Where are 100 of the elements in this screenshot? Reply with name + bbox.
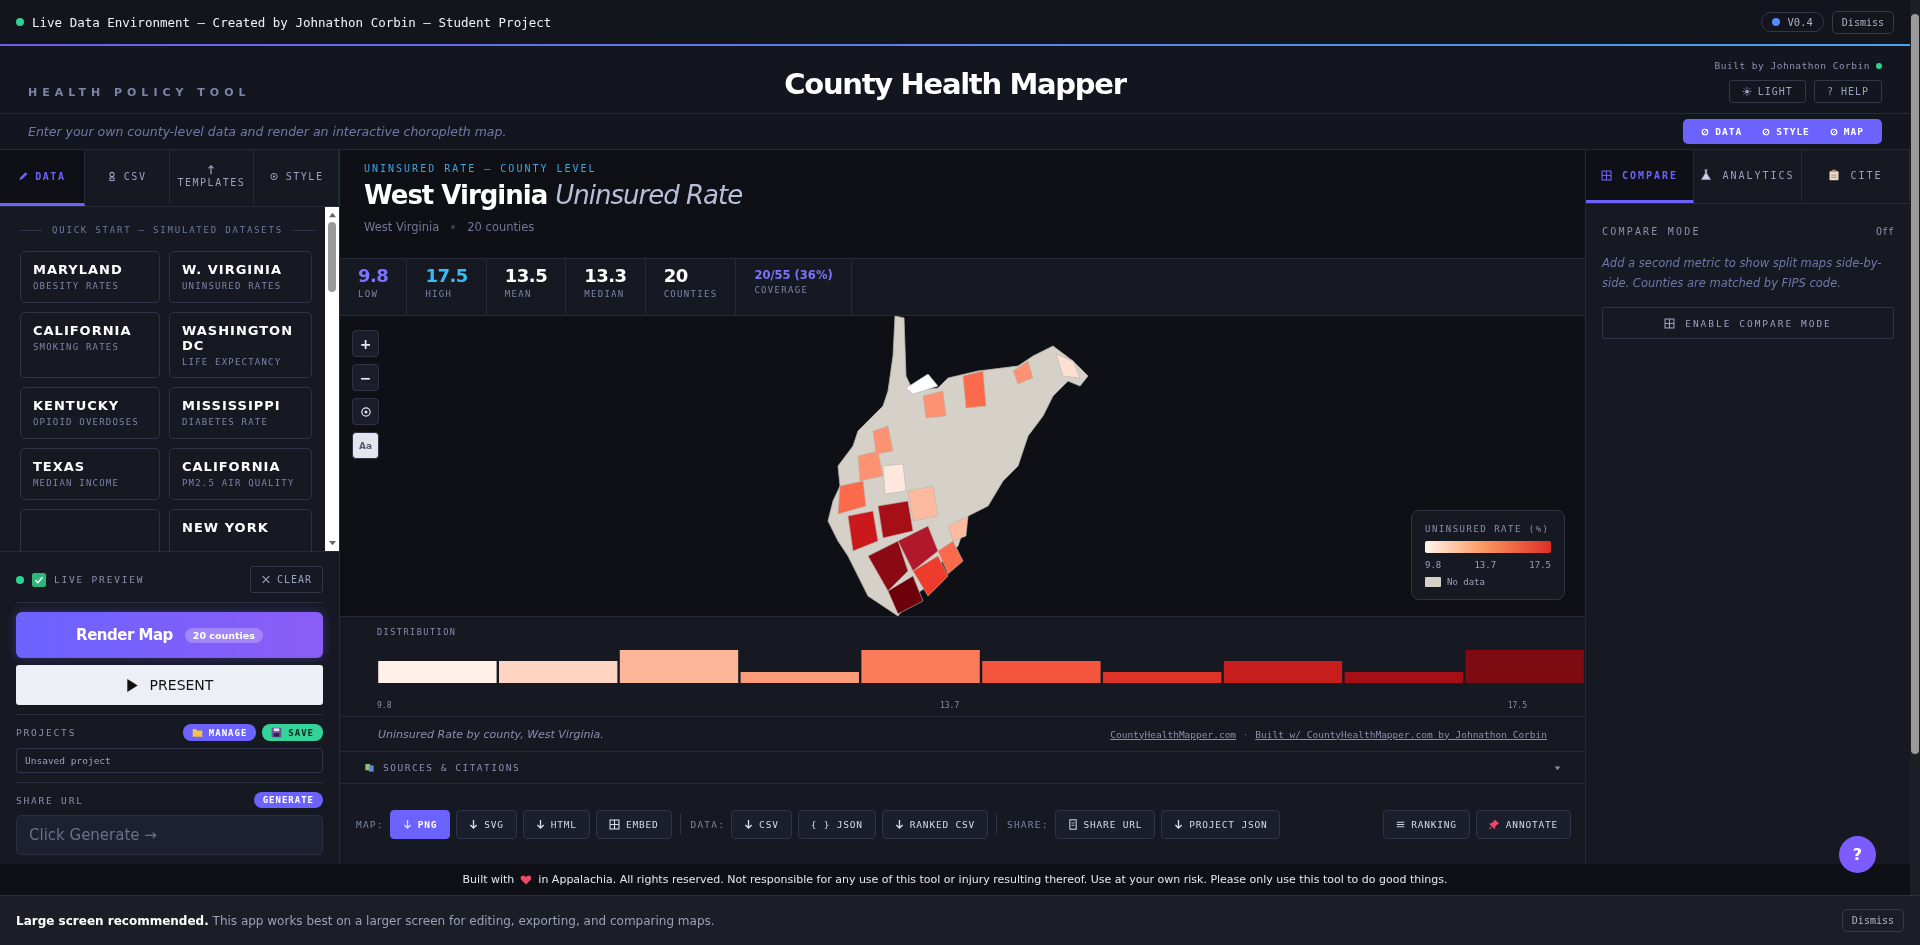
scroll-down-icon [327, 540, 337, 547]
axis-tick: 17.5 [1507, 701, 1527, 710]
grid-icon [1664, 317, 1676, 329]
scroll-up-icon [327, 211, 337, 218]
meta-text: West Virginia [364, 220, 440, 234]
grid-icon [1600, 169, 1612, 181]
map-control-button[interactable]: + [352, 330, 379, 357]
stat-value: 13.3 [584, 265, 627, 286]
footer-link[interactable]: Built w/ CountyHealthMapper.com by Johnathon Corbin [1255, 728, 1547, 740]
map-control-button[interactable]: − [352, 364, 379, 391]
help-button[interactable]: ? HELP [1813, 80, 1882, 103]
pin-icon [1488, 818, 1500, 830]
checkbox[interactable] [32, 572, 46, 587]
toolbar-button[interactable]: ANNOTATE [1475, 809, 1571, 839]
target-icon [359, 405, 372, 418]
light-mode-button[interactable]: LIGHT [1728, 80, 1806, 103]
circle-icon [1762, 126, 1771, 137]
dismiss-button[interactable]: Dismiss [1841, 909, 1904, 932]
checkmark-icon [34, 574, 44, 585]
dataset-card[interactable]: TEXAS MEDIAN INCOME [20, 448, 160, 500]
map-control-button[interactable]: Aa [352, 432, 379, 459]
clear-button[interactable]: CLEAR [249, 566, 323, 593]
play-icon [125, 677, 138, 693]
enable-compare-button[interactable]: ENABLE COMPARE MODE [1602, 307, 1894, 340]
section-link[interactable]: DATA [1691, 126, 1753, 137]
share-url-label: SHARE URL [16, 794, 84, 806]
settings-icon [268, 171, 279, 182]
count-badge: 20 counties [184, 627, 263, 643]
export-button[interactable]: { } JSON [797, 809, 876, 839]
stat-value: 13.5 [504, 265, 548, 286]
sources-label: SOURCES & CITATIONS [383, 762, 521, 773]
export-button[interactable]: PROJECT JSON [1161, 809, 1281, 839]
download-icon [535, 818, 545, 830]
status-dot-icon [16, 18, 24, 26]
dataset-card[interactable]: MISSISSIPPI DIABETES RATE [169, 387, 312, 439]
export-button[interactable]: HTML [522, 809, 590, 839]
stat-value: 17.5 [425, 265, 468, 286]
section-heading: QUICK START — SIMULATED DATASETS [52, 225, 283, 235]
meta-text: 20 counties [467, 220, 535, 234]
download-icon [402, 818, 412, 830]
sources-toggle[interactable]: SOURCES & CITATIONS [340, 752, 1585, 784]
version-text: V0.4 [1787, 16, 1813, 28]
present-button[interactable]: PRESENT [16, 665, 323, 705]
app-tagline: HEALTH POLICY TOOL [28, 86, 252, 101]
clipboard-icon [1828, 169, 1841, 181]
export-button[interactable]: RANKED CSV [881, 809, 989, 839]
dataset-card[interactable]: CALIFORNIA PM2.5 AIR QUALITY [169, 448, 312, 500]
share-url-field[interactable]: Click Generate → [16, 815, 323, 855]
save-button[interactable]: SAVE [262, 724, 323, 741]
scrollbar-thumb[interactable] [1911, 14, 1919, 754]
manage-button[interactable]: MANAGE [182, 724, 257, 741]
page-scrollbar[interactable] [1910, 0, 1920, 895]
project-name-field[interactable]: Unsaved project [16, 748, 323, 773]
live-preview-label: LIVE PREVIEW [54, 574, 145, 585]
export-button[interactable]: CSV [731, 809, 792, 839]
section-link[interactable]: MAP [1819, 126, 1874, 137]
dataset-card[interactable]: NEW YORK [169, 509, 312, 551]
status-dot-icon [16, 575, 24, 584]
document-icon [1067, 818, 1078, 830]
export-button[interactable]: SHARE URL [1054, 809, 1156, 839]
dataset-card[interactable]: KENTUCKY OPIOID OVERDOSES [20, 387, 160, 439]
author-text: Built by Johnathon Corbin [1714, 60, 1870, 71]
toolbar-group-label: DATA: [690, 818, 726, 830]
panel-tab[interactable]: DATA [0, 150, 85, 206]
legend-tick: 13.7 [1474, 560, 1497, 570]
dataset-card[interactable]: MARYLAND OBESITY RATES [20, 251, 160, 303]
notice-text: Large screen recommended. This app works best on a larger screen for editing, exporting, and comparing maps. [16, 913, 715, 928]
generate-button[interactable]: GENERATE [253, 792, 323, 808]
toolbar-button[interactable]: RANKING [1383, 809, 1470, 839]
footer-link[interactable]: CountyHealthMapper.com [1110, 728, 1237, 740]
legend-tick: 17.5 [1529, 560, 1551, 570]
export-button[interactable]: PNG [389, 809, 451, 839]
compare-state-text: Off [1875, 226, 1894, 237]
footer-text: Built with [462, 873, 515, 886]
arrow-up-icon [207, 165, 216, 175]
section-eyebrow: UNINSURED RATE — COUNTY LEVEL [364, 163, 598, 174]
axis-tick: 9.8 [377, 701, 392, 710]
panel-tab[interactable]: COMPARE [1586, 150, 1694, 203]
books-icon [364, 762, 375, 773]
county-map-drawing[interactable] [827, 316, 1088, 616]
compare-description: Add a second metric to show split maps side-by-side. Counties are matched by FIPS code. [1602, 255, 1883, 293]
no-data-swatch-icon [1425, 577, 1441, 587]
section-link[interactable]: STYLE [1752, 126, 1820, 137]
scrollbar-thumb[interactable] [328, 222, 336, 292]
legend-tick: 9.8 [1425, 560, 1442, 570]
scrollbar[interactable] [325, 207, 339, 551]
export-button[interactable]: EMBED [595, 809, 672, 839]
heart-icon [520, 873, 533, 886]
dismiss-button[interactable]: Dismiss [1831, 10, 1894, 34]
render-map-button[interactable]: Render Map 20 counties [16, 612, 323, 658]
dataset-card[interactable]: WASHINGTON DC LIFE EXPECTANCY [169, 312, 312, 378]
dataset-card[interactable]: CALIFORNIA SMOKING RATES [20, 312, 160, 378]
map-control-button[interactable] [352, 398, 379, 425]
download-icon [894, 818, 904, 830]
stat-label: MEDIAN [584, 289, 626, 299]
export-button[interactable]: SVG [456, 809, 517, 839]
legend-title: UNINSURED RATE (%) [1425, 524, 1551, 534]
toolbar-group-label: SHARE: [1007, 818, 1049, 830]
dataset-card[interactable]: W. VIRGINIA UNINSURED RATES [169, 251, 312, 303]
stat-value: 20 [663, 265, 689, 286]
